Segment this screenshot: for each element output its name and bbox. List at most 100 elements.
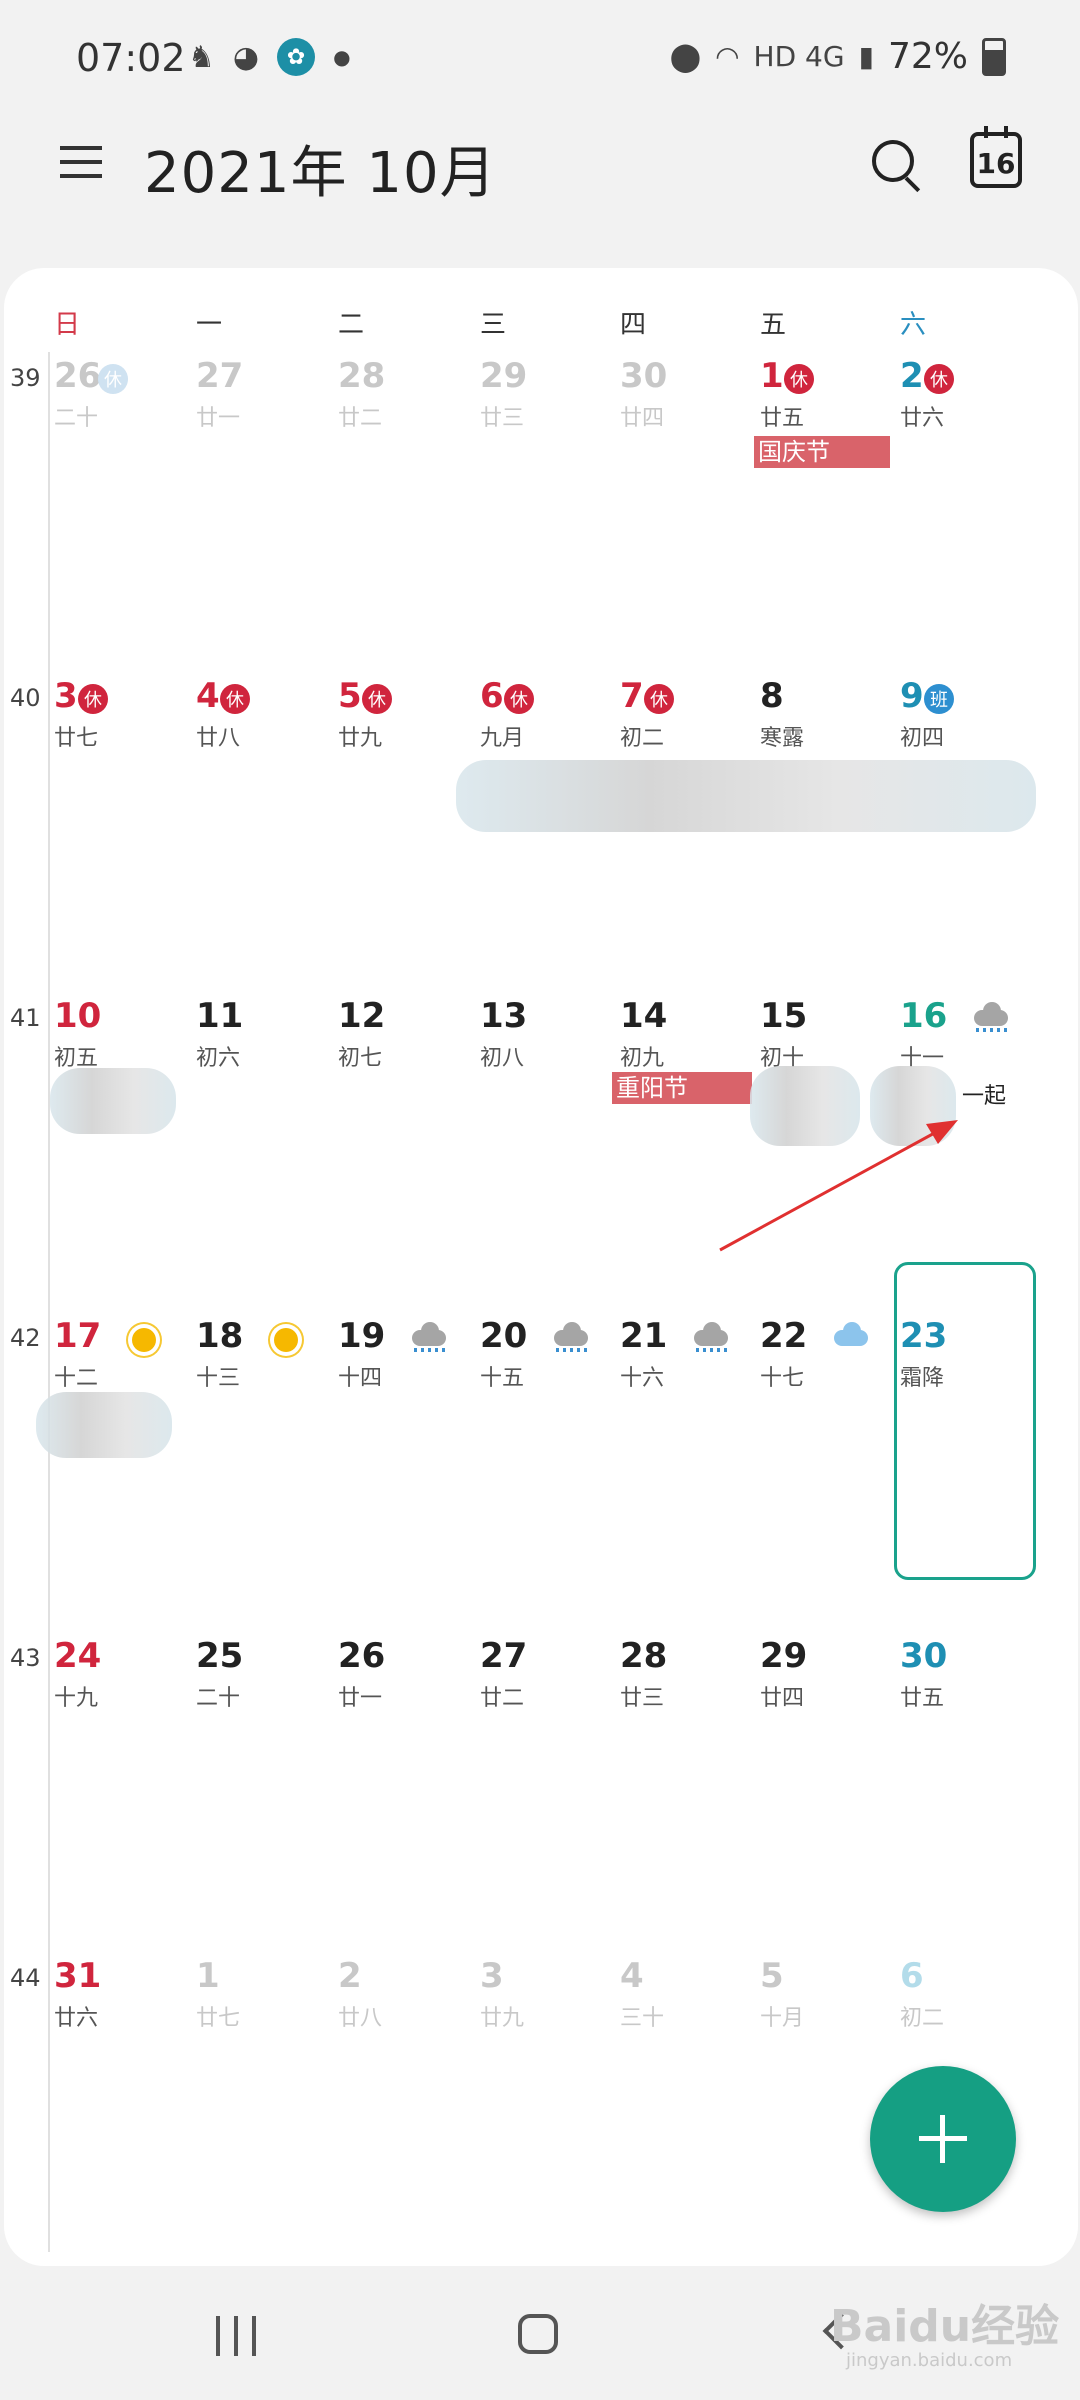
- day-cell[interactable]: 25 二十: [196, 1636, 336, 1962]
- lunar-date: 廿三: [480, 406, 525, 431]
- day-cell[interactable]: 2 廿六 休: [900, 356, 1040, 682]
- today-event-text[interactable]: 一起: [962, 1078, 1006, 1110]
- day-cell[interactable]: 4 三十: [620, 1956, 760, 2282]
- status-bar: 07:02 ♞ ◕ ✿ ● ⬤ ◠ HD 4G ▮ 72%: [0, 0, 1080, 120]
- day-cell[interactable]: 8 寒露: [760, 676, 900, 1002]
- sunny-icon: [126, 1326, 164, 1356]
- blurred-event[interactable]: [870, 1066, 956, 1146]
- day-cell[interactable]: 18 十三: [196, 1316, 336, 1642]
- system-status: ⬤ ◠ HD 4G ▮ 72%: [670, 36, 1006, 77]
- day-number: 24: [54, 1636, 102, 1676]
- day-cell[interactable]: 1 廿七: [196, 1956, 336, 2282]
- day-cell[interactable]: 28 廿三: [620, 1636, 760, 1962]
- event-chongyang[interactable]: 重阳节: [612, 1072, 752, 1104]
- lunar-date: 十九: [54, 1686, 99, 1711]
- lunar-date: 廿六: [900, 406, 945, 431]
- day-cell[interactable]: 9 初四 班: [900, 676, 1040, 1002]
- rain-icon: [972, 1002, 1010, 1036]
- lunar-date: 初七: [338, 1046, 383, 1071]
- blurred-event[interactable]: [36, 1392, 172, 1458]
- day-number: 12: [338, 996, 386, 1036]
- day-cell[interactable]: 24 十九: [54, 1636, 194, 1962]
- day-cell[interactable]: 13 初八: [480, 996, 620, 1322]
- workday-badge: 班: [924, 684, 954, 714]
- week-row: 40 3 廿七休 4 廿八休 5 廿九休 6 九月休 7 初二休 8 寒露 9 初四班: [4, 676, 1078, 1002]
- day-number: 28: [338, 356, 386, 396]
- day-cell[interactable]: 3 廿七 休: [54, 676, 194, 1002]
- blurred-event[interactable]: [50, 1068, 176, 1134]
- day-cell[interactable]: 27 廿一: [196, 356, 336, 682]
- day-cell[interactable]: 31 廿六: [54, 1956, 194, 2282]
- lunar-date: 十七: [760, 1366, 805, 1391]
- holiday-badge: 休: [784, 364, 814, 394]
- day-cell[interactable]: 30 廿四: [620, 356, 760, 682]
- day-cell[interactable]: 1 廿五 休: [760, 356, 900, 682]
- day-number: 29: [760, 1636, 808, 1676]
- day-cell[interactable]: 22 十七: [760, 1316, 900, 1642]
- day-cell[interactable]: 28 廿二: [338, 356, 478, 682]
- day-cell[interactable]: 17 十二: [54, 1316, 194, 1642]
- day-cell[interactable]: 5 廿九 休: [338, 676, 478, 1002]
- search-button[interactable]: [868, 136, 924, 193]
- month-calendar: 日 一 二 三 四 五 六 39 26 二十休 27 廿一 28 廿二 29 廿三 30 廿四 1 廿五…: [4, 268, 1078, 2266]
- add-event-button[interactable]: [870, 2066, 1016, 2212]
- day-cell[interactable]: 15 初十: [760, 996, 900, 1322]
- day-cell[interactable]: 7 初二 休: [620, 676, 760, 1002]
- lunar-date: 廿一: [196, 406, 241, 431]
- blurred-event[interactable]: [750, 1066, 860, 1146]
- lunar-date: 廿四: [760, 1686, 805, 1711]
- event-national-day[interactable]: 国庆节: [754, 436, 890, 468]
- week-row: 39 26 二十休 27 廿一 28 廿二 29 廿三 30 廿四 1 廿五休 2 廿六休: [4, 356, 1078, 682]
- day-cell[interactable]: 30 廿五: [900, 1636, 1040, 1962]
- day-cell[interactable]: 19 十四: [338, 1316, 478, 1642]
- lunar-date: 二十: [54, 406, 99, 431]
- menu-button[interactable]: [60, 140, 106, 186]
- lunar-date: 廿三: [620, 1686, 665, 1711]
- day-number: 31: [54, 1956, 102, 1996]
- signal-icon: ▮: [858, 40, 874, 73]
- day-cell[interactable]: 4 廿八 休: [196, 676, 336, 1002]
- sunny-icon: [268, 1326, 306, 1356]
- day-cell[interactable]: 14 初九: [620, 996, 760, 1322]
- lunar-date: 廿九: [338, 726, 383, 751]
- day-number: 5: [338, 676, 362, 716]
- lunar-date: 十四: [338, 1366, 383, 1391]
- day-number: 25: [196, 1636, 244, 1676]
- holiday-badge: 休: [220, 684, 250, 714]
- day-cell[interactable]: 20 十五: [480, 1316, 620, 1642]
- day-cell[interactable]: 6 九月 休: [480, 676, 620, 1002]
- blurred-event[interactable]: [456, 760, 1036, 832]
- day-cell[interactable]: 11 初六: [196, 996, 336, 1322]
- lunar-date: 十月: [760, 2006, 805, 2031]
- lunar-date: 廿七: [54, 726, 99, 751]
- day-cell[interactable]: 3 廿九: [480, 1956, 620, 2282]
- holiday-badge: 休: [644, 684, 674, 714]
- recent-apps-button[interactable]: [214, 2316, 258, 2356]
- day-number: 4: [196, 676, 220, 716]
- week-number: 43: [10, 1644, 41, 1672]
- day-cell[interactable]: 10 初五: [54, 996, 194, 1322]
- day-cell[interactable]: 21 十六: [620, 1316, 760, 1642]
- today-button[interactable]: 16: [970, 126, 1022, 188]
- day-cell[interactable]: 29 廿四: [760, 1636, 900, 1962]
- day-cell[interactable]: 12 初七: [338, 996, 478, 1322]
- day-number: 28: [620, 1636, 668, 1676]
- rain-icon: [410, 1322, 448, 1356]
- holiday-badge: 休: [504, 684, 534, 714]
- day-number: 1: [196, 1956, 220, 1996]
- lunar-date: 二十: [196, 1686, 241, 1711]
- day-number: 19: [338, 1316, 386, 1356]
- day-cell[interactable]: 26 廿一: [338, 1636, 478, 1962]
- rain-icon: [692, 1322, 730, 1356]
- lunar-date: 初六: [196, 1046, 241, 1071]
- day-cell[interactable]: 2 廿八: [338, 1956, 478, 2282]
- lunar-date: 廿八: [338, 2006, 383, 2031]
- home-button[interactable]: [518, 2314, 558, 2354]
- page-title[interactable]: 2021年 10月: [144, 128, 497, 209]
- weekday-thu: 四: [620, 310, 647, 340]
- day-cell[interactable]: 26 二十 休: [54, 356, 194, 682]
- day-cell[interactable]: 27 廿二: [480, 1636, 620, 1962]
- weekday-sun: 日: [54, 310, 81, 340]
- day-cell[interactable]: 29 廿三: [480, 356, 620, 682]
- lunar-date: 寒露: [760, 726, 805, 751]
